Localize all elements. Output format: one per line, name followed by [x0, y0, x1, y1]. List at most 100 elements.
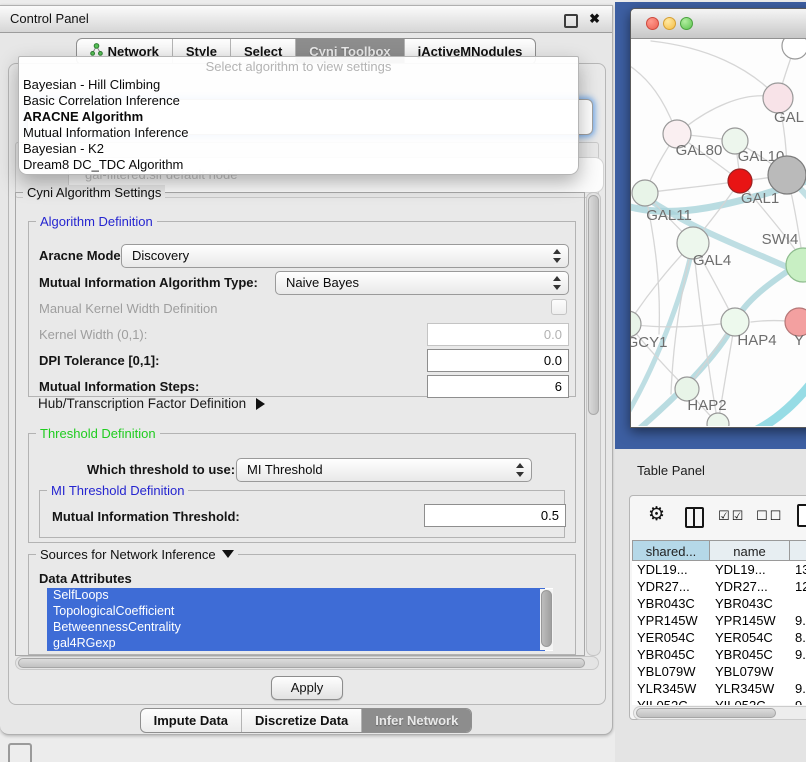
data-attributes-label: Data Attributes [39, 571, 132, 586]
table-hscrollbar-thumb[interactable] [636, 708, 776, 718]
float-panel-icon[interactable] [564, 14, 578, 28]
algorithm-definition-title: Algorithm Definition [36, 214, 157, 229]
table-cell: YBL079W [632, 663, 710, 680]
network-edge [645, 181, 740, 193]
node-label-hap2: HAP2 [687, 397, 726, 414]
show-columns-icon[interactable]: ☑☑ [718, 509, 745, 524]
algorithm-option-aracne-algorithm[interactable]: ARACNE Algorithm [19, 109, 578, 125]
table-cell: YDR27... [632, 578, 710, 595]
table-cell: YLR345W [710, 680, 790, 697]
table-cell: 9. [790, 697, 806, 705]
node-label-swi4: SWI4 [762, 231, 799, 248]
attributes-scrollbar-thumb[interactable] [541, 590, 552, 647]
bottom-tab-label: Infer Network [375, 713, 458, 728]
table-panel-title: Table Panel [615, 449, 806, 478]
dpi-tolerance-label: DPI Tolerance [0,1]: [39, 353, 159, 368]
attribute-item-topologicalcoefficient[interactable]: TopologicalCoefficient [47, 604, 545, 620]
split-columns-icon[interactable] [685, 507, 704, 528]
desktop-background: GALGAL80GAL10GAL1GAL11SWI4GAL4GCY1HAP4YH… [615, 2, 806, 449]
collapsed-panel-icon[interactable] [8, 743, 32, 762]
kernel-width-field[interactable]: 0.0 [427, 323, 569, 346]
bottom-tab-discretize-data[interactable]: Discretize Data [241, 709, 361, 732]
settings-group-title: Cyni Algorithm Settings [23, 185, 165, 200]
close-icon[interactable]: ✖ [589, 11, 600, 27]
table-row[interactable]: YER054CYER054C8. [632, 629, 806, 646]
algorithm-option-bayesian-hill-climbing[interactable]: Bayesian - Hill Climbing [19, 77, 578, 93]
table-row[interactable]: YPR145WYPR145W9. [632, 612, 806, 629]
mi-steps-label: Mutual Information Steps: [39, 379, 199, 394]
window-close-icon[interactable] [646, 17, 659, 30]
which-threshold-combobox[interactable]: MI Threshold [236, 458, 532, 482]
mi-algorithm-type-combobox[interactable]: Naive Bayes [275, 271, 569, 295]
network-edge [631, 322, 735, 327]
bottom-tab-infer-network[interactable]: Infer Network [361, 709, 471, 732]
attributes-list-scrollbar[interactable] [540, 589, 553, 650]
node-label-gal80: GAL80 [676, 142, 723, 159]
settings-hscrollbar-thumb[interactable] [18, 658, 585, 668]
algorithm-dropdown-prompt: Select algorithm to view settings [19, 57, 578, 77]
table-cell: YDL19... [710, 561, 790, 578]
column-header-shared[interactable]: shared... [632, 540, 710, 561]
table-cell: YBL079W [710, 663, 790, 680]
network-canvas[interactable]: GALGAL80GAL10GAL1GAL11SWI4GAL4GCY1HAP4YH… [631, 39, 806, 426]
table-cell: YIL052C [710, 697, 790, 705]
hub-transcription-factor-expander[interactable]: Hub/Transcription Factor Definition [38, 396, 265, 411]
table-row[interactable]: YBL079WYBL079W [632, 663, 806, 680]
network-graph: GALGAL80GAL10GAL1GAL11SWI4GAL4GCY1HAP4YH… [631, 39, 806, 426]
network-node-node-top[interactable] [782, 39, 806, 59]
threshold-definition-title: Threshold Definition [36, 426, 160, 441]
window-zoom-icon[interactable] [680, 17, 693, 30]
attribute-item-selfloops[interactable]: SelfLoops [47, 588, 545, 604]
table-row[interactable]: YBR045CYBR045C9. [632, 646, 806, 663]
data-attributes-list[interactable]: SelfLoopsTopologicalCoefficientBetweenne… [47, 588, 553, 651]
settings-horizontal-scrollbar[interactable] [15, 656, 599, 670]
bottom-tab-impute-data[interactable]: Impute Data [141, 709, 241, 732]
column-header-name[interactable]: name [710, 540, 790, 561]
aracne-mode-combobox[interactable]: Discovery [121, 244, 569, 268]
algorithm-option-dream8-dc-tdc-algorithm[interactable]: Dream8 DC_TDC Algorithm [19, 157, 578, 173]
network-node-swi4[interactable] [786, 248, 806, 282]
expander-arrow-icon [256, 398, 265, 410]
table-row[interactable]: YBR043CYBR043C [632, 595, 806, 612]
hide-columns-icon[interactable]: ☐☐ [756, 509, 783, 524]
control-panel-title: Control Panel [0, 6, 612, 32]
attribute-item-gal4rgexp[interactable]: gal4RGexp [47, 636, 545, 651]
algorithm-option-basic-correlation-inference[interactable]: Basic Correlation Inference [19, 93, 578, 109]
settings-scrollbar-thumb[interactable] [588, 195, 599, 415]
window-minimize-icon[interactable] [663, 17, 676, 30]
control-panel-titlebar: Control Panel ✖ [0, 6, 612, 33]
table-cell: 9. [790, 680, 806, 697]
cyni-algorithm-settings-group: Cyni Algorithm Settings Algorithm Defini… [15, 192, 585, 656]
table-row[interactable]: YDL19...YDL19...13 [632, 561, 806, 578]
mi-steps-field[interactable]: 6 [427, 375, 569, 398]
mi-threshold-field[interactable]: 0.5 [424, 504, 566, 527]
table-cell: YLR345W [632, 680, 710, 697]
aracne-mode-label: Aracne Mode: [39, 248, 125, 263]
bottom-tab-row: Impute Data Discretize Data Infer Network [140, 708, 473, 733]
table-row[interactable]: YLR345WYLR345W9. [632, 680, 806, 697]
document-icon[interactable] [797, 504, 806, 527]
gear-icon[interactable]: ⚙ [648, 503, 665, 525]
settings-vertical-scrollbar[interactable] [586, 192, 601, 656]
column-header-cut[interactable] [790, 540, 806, 561]
table-cell: YBR045C [632, 646, 710, 663]
table-rows: YDL19...YDL19...13YDR27...YDR27...12YBR0… [632, 561, 806, 705]
attribute-item-betweennesscentrality[interactable]: BetweennessCentrality [47, 620, 545, 636]
table-horizontal-scrollbar[interactable] [633, 706, 806, 720]
apply-button[interactable]: Apply [271, 676, 343, 700]
dpi-tolerance-field[interactable]: 0.0 [427, 349, 569, 372]
network-node-gray-node[interactable] [768, 156, 806, 194]
collapse-arrow-icon[interactable] [222, 550, 234, 558]
table-row[interactable]: YDR27...YDR27...12 [632, 578, 806, 595]
algorithm-option-bayesian-k2[interactable]: Bayesian - K2 [19, 141, 578, 157]
table-cell: YBR043C [710, 595, 790, 612]
which-threshold-value: MI Threshold [247, 462, 323, 477]
network-node-gal11[interactable] [632, 180, 658, 206]
bottom-tab-label: Impute Data [154, 713, 228, 728]
manual-kernel-width-checkbox[interactable] [551, 299, 567, 315]
algorithm-option-mutual-information-inference[interactable]: Mutual Information Inference [19, 125, 578, 141]
network-edge [651, 41, 778, 98]
table-row[interactable]: YIL052CYIL052C9. [632, 697, 806, 705]
table-cell: YER054C [632, 629, 710, 646]
network-window-titlebar [631, 9, 806, 39]
